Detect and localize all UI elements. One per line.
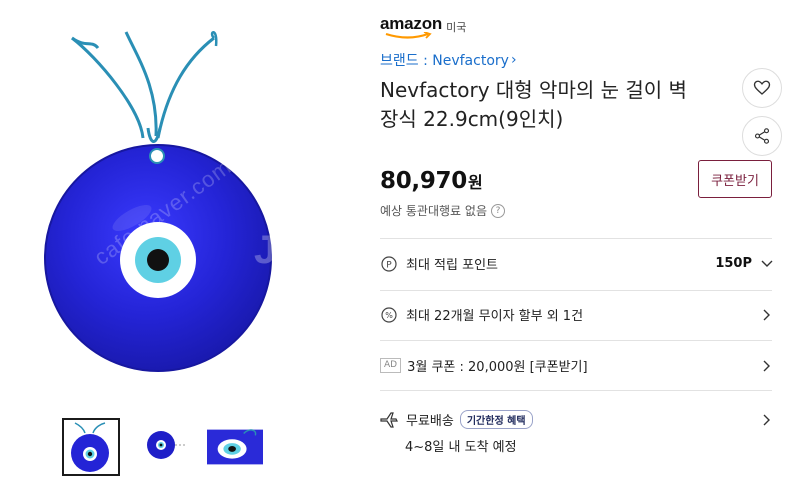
product-info: amazon 미국 브랜드 : Nevfactory › Nevfactory … bbox=[380, 14, 780, 134]
product-title: Nevfactory 대형 악마의 눈 걸이 벽 장식 22.9cm(9인치) bbox=[380, 78, 687, 131]
amazon-smile-icon bbox=[385, 32, 432, 39]
airplane-icon bbox=[380, 411, 398, 429]
price-value: 80,970 bbox=[380, 168, 467, 194]
evil-eye-ornament bbox=[44, 31, 272, 372]
percent-icon: % bbox=[380, 306, 398, 324]
divider bbox=[380, 390, 772, 391]
brand-link[interactable]: 브랜드 : Nevfactory › bbox=[380, 50, 780, 70]
ad-coupon-row[interactable]: AD 3월 쿠폰 : 20,000원 [쿠폰받기] bbox=[380, 356, 776, 375]
amazon-logo[interactable]: amazon bbox=[380, 14, 442, 39]
thumbnail-1[interactable] bbox=[62, 418, 120, 476]
points-row[interactable]: P 최대 적립 포인트 150P bbox=[380, 254, 776, 273]
installment-label: 최대 22개월 무이자 할부 외 1건 bbox=[406, 309, 584, 324]
thumbnail-eye-icon bbox=[71, 422, 109, 472]
chevron-down-icon bbox=[758, 255, 776, 273]
svg-text:P: P bbox=[386, 260, 392, 270]
share-button[interactable] bbox=[742, 116, 782, 156]
share-icon bbox=[754, 128, 770, 144]
point-icon: P bbox=[380, 255, 398, 273]
coupon-button[interactable]: 쿠폰받기 bbox=[698, 160, 772, 198]
main-product-image[interactable]: cafe.naver.com/joonggonara Jo bbox=[28, 18, 350, 398]
divider bbox=[380, 340, 772, 341]
thumbnail-2[interactable] bbox=[134, 418, 192, 476]
divider bbox=[380, 238, 772, 239]
chevron-right-icon bbox=[758, 357, 776, 375]
svg-text:%: % bbox=[385, 311, 393, 320]
thumbnail-eye-icon bbox=[207, 429, 263, 465]
customs-text: 예상 통관대행료 없음 bbox=[380, 204, 487, 218]
chevron-right-icon: › bbox=[510, 52, 517, 68]
heart-icon bbox=[753, 80, 771, 95]
help-icon[interactable]: ? bbox=[491, 203, 505, 218]
ad-coupon-label: 3월 쿠폰 : 20,000원 [쿠폰받기] bbox=[407, 360, 588, 375]
wishlist-button[interactable] bbox=[742, 68, 782, 108]
shipping-row[interactable]: 무료배송 기간한정 혜택 bbox=[380, 410, 776, 429]
points-value: 150P bbox=[715, 256, 752, 271]
thumbnail-3[interactable] bbox=[206, 418, 264, 476]
brand-label: 브랜드 : Nevfactory bbox=[380, 53, 509, 69]
chevron-right-icon bbox=[758, 411, 776, 429]
ad-badge: AD bbox=[380, 358, 402, 373]
divider bbox=[380, 290, 772, 291]
shipping-label: 무료배송 bbox=[406, 414, 454, 429]
chevron-right-icon bbox=[758, 306, 776, 324]
price-row: 80,970 원 bbox=[380, 168, 483, 194]
limited-benefit-badge: 기간한정 혜택 bbox=[459, 410, 533, 429]
installment-row[interactable]: % 최대 22개월 무이자 할부 외 1건 bbox=[380, 305, 776, 324]
price-currency: 원 bbox=[467, 173, 483, 192]
customs-note: 예상 통관대행료 없음 ? bbox=[380, 202, 505, 219]
points-label: 최대 적립 포인트 bbox=[406, 258, 498, 273]
delivery-estimate: 4~8일 내 도착 예정 bbox=[405, 440, 517, 455]
store-header: amazon 미국 bbox=[380, 14, 780, 40]
thumbnail-eye-icon bbox=[147, 431, 187, 459]
store-region: 미국 bbox=[446, 21, 467, 34]
thumbnail-strip bbox=[62, 418, 264, 476]
